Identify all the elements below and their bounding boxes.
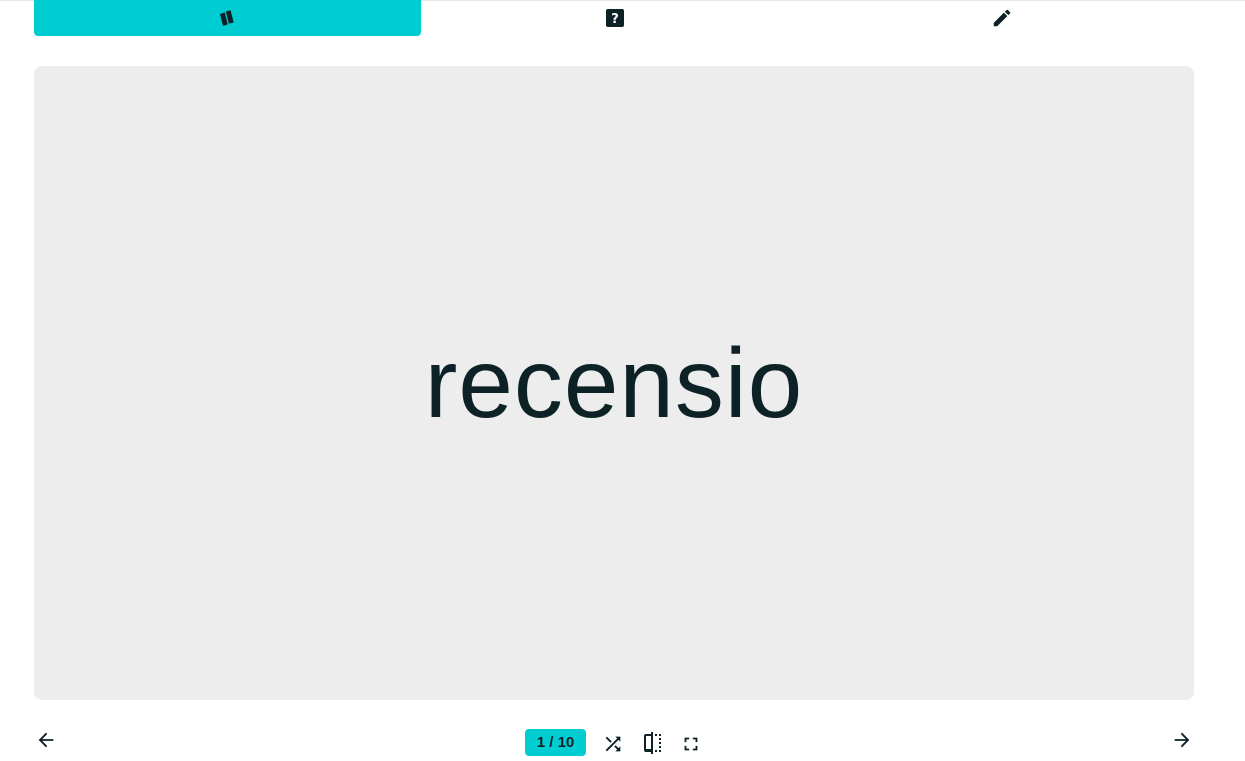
next-button[interactable] xyxy=(1170,730,1194,754)
pencil-icon xyxy=(991,7,1013,29)
svg-text:?: ? xyxy=(611,12,619,27)
fullscreen-button[interactable] xyxy=(679,734,703,758)
tab-quiz[interactable]: ? xyxy=(421,0,808,36)
tab-edit[interactable] xyxy=(808,0,1195,36)
shuffle-button[interactable] xyxy=(601,734,625,758)
question-box-icon: ? xyxy=(605,8,625,28)
tab-flashcards[interactable] xyxy=(34,0,421,36)
card-counter: 1 / 10 xyxy=(525,729,586,756)
flashcard-page: ? recensio 1 / 10 xyxy=(0,0,1245,761)
cards-icon xyxy=(217,8,239,28)
flip-icon xyxy=(640,731,664,760)
previous-button[interactable] xyxy=(34,730,58,754)
fullscreen-icon xyxy=(680,733,702,760)
flip-button[interactable] xyxy=(640,731,664,760)
arrow-right-icon xyxy=(1171,729,1193,756)
card-controls: 1 / 10 xyxy=(0,722,1245,761)
shuffle-icon xyxy=(602,733,624,760)
flashcard[interactable]: recensio xyxy=(34,66,1194,700)
mode-tabs: ? xyxy=(34,0,1195,36)
arrow-left-icon xyxy=(35,729,57,756)
card-term: recensio xyxy=(424,327,804,438)
